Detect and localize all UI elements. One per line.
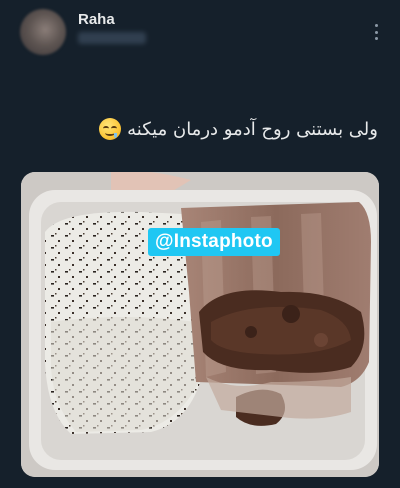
- ice-cream-photo: [21, 172, 379, 477]
- more-options-icon[interactable]: [374, 24, 378, 40]
- author-handle-blurred[interactable]: [78, 32, 146, 44]
- author-name[interactable]: Raha: [78, 11, 115, 28]
- tweet-text: ولی بستنی روح آدمو درمان میکنه: [127, 118, 378, 140]
- tweet-media-image[interactable]: @Instaphoto: [21, 172, 379, 477]
- media-watermark: @Instaphoto: [148, 228, 280, 256]
- tweet-card[interactable]: Raha ولی بستنی روح آدمو درمان میکنه @Ins…: [0, 0, 400, 488]
- drooling-face-emoji-icon: [99, 118, 122, 140]
- avatar[interactable]: [20, 9, 66, 55]
- tweet-text-row: ولی بستنی روح آدمو درمان میکنه: [97, 118, 378, 140]
